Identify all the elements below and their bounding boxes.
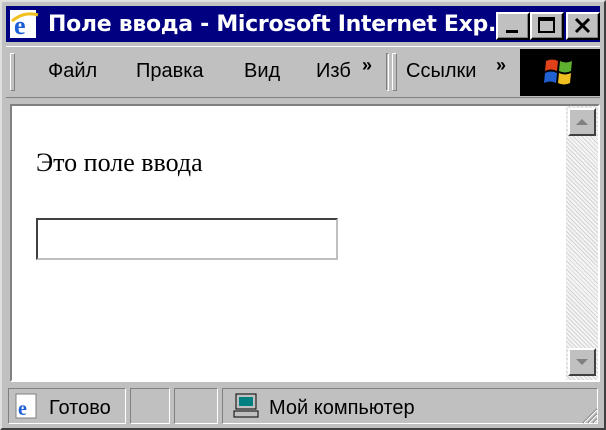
- minimize-icon: [506, 30, 518, 33]
- menu-bar: Файл Правка Вид Изб » Ссылки »: [6, 46, 600, 98]
- toolbar-grip[interactable]: [10, 53, 15, 91]
- close-icon: [574, 17, 591, 34]
- page-content: Это поле ввода: [10, 104, 600, 382]
- menu-file[interactable]: Файл: [48, 60, 97, 83]
- links-overflow-chevron[interactable]: »: [496, 55, 506, 76]
- status-panel-progress: [130, 388, 170, 424]
- links-grip[interactable]: [392, 53, 397, 91]
- browser-window: e Поле ввода - Microsoft Internet Exp...…: [0, 0, 606, 430]
- zone-text: Мой компьютер: [269, 397, 415, 419]
- text-input-field[interactable]: [36, 218, 338, 260]
- scroll-down-button[interactable]: [568, 348, 596, 376]
- status-panel-secure: [174, 388, 218, 424]
- menu-favorites[interactable]: Изб: [316, 60, 352, 83]
- status-bar: e Готово Мой компьютер: [6, 386, 600, 426]
- menu-overflow-chevron[interactable]: »: [362, 55, 372, 76]
- ie-icon[interactable]: e: [8, 7, 42, 41]
- maximize-icon: [538, 17, 555, 33]
- menu-view[interactable]: Вид: [244, 60, 280, 83]
- my-computer-icon: [233, 393, 259, 418]
- page-text: Это поле ввода: [36, 148, 203, 177]
- menu-edit[interactable]: Правка: [136, 60, 204, 83]
- windows-logo-icon: [544, 59, 572, 85]
- close-button[interactable]: [566, 12, 600, 40]
- minimize-button[interactable]: [496, 12, 530, 40]
- resize-grip-icon[interactable]: [578, 404, 598, 424]
- maximize-button[interactable]: [530, 12, 564, 40]
- toolbar-separator: [386, 53, 389, 91]
- links-label[interactable]: Ссылки: [406, 60, 476, 83]
- vertical-scrollbar[interactable]: [566, 106, 598, 380]
- title-bar[interactable]: e Поле ввода - Microsoft Internet Exp...: [6, 6, 600, 42]
- status-panel-zone: Мой компьютер: [222, 388, 598, 424]
- scroll-up-button[interactable]: [568, 108, 596, 136]
- svg-text:e: e: [18, 398, 27, 420]
- window-title: Поле ввода - Microsoft Internet Exp...: [48, 11, 513, 37]
- arrow-up-icon: [576, 119, 588, 125]
- status-text: Готово: [49, 397, 111, 419]
- arrow-down-icon: [576, 359, 588, 365]
- ie-page-icon: e: [15, 393, 37, 420]
- status-panel-main: e Готово: [8, 388, 126, 424]
- throbber: [520, 49, 600, 96]
